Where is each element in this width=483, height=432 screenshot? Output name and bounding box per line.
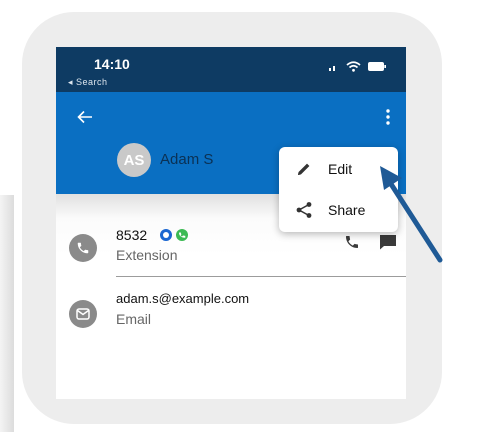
email-label: Email [116, 311, 152, 327]
overflow-menu: Edit Share [279, 147, 398, 232]
extension-number[interactable]: 8532 [116, 227, 147, 243]
status-icons [329, 61, 386, 72]
teams-presence-icon [160, 229, 172, 241]
signal-icon [329, 65, 335, 71]
menu-item-edit[interactable]: Edit [279, 149, 398, 189]
back-arrow-icon[interactable] [74, 106, 96, 128]
more-options-icon[interactable] [381, 106, 395, 128]
share-icon [294, 200, 314, 220]
status-bar: 14:10 ◂ Search [56, 47, 406, 92]
contact-name: Adam S [160, 151, 214, 168]
presence-icons [160, 229, 188, 241]
battery-icon [368, 62, 386, 71]
mail-icon [69, 300, 97, 328]
chat-icon[interactable] [378, 232, 398, 252]
background-edge [0, 195, 14, 432]
menu-item-share[interactable]: Share [279, 190, 398, 230]
menu-item-label: Edit [328, 161, 353, 177]
call-icon[interactable] [342, 232, 362, 252]
status-time: 14:10 [94, 56, 130, 72]
wifi-icon [346, 61, 361, 72]
extension-label: Extension [116, 247, 178, 263]
phone-icon [69, 234, 97, 262]
menu-item-label: Share [328, 202, 366, 218]
email-address[interactable]: adam.s@example.com [116, 291, 249, 306]
row-divider [116, 276, 406, 277]
avatar: AS [117, 143, 151, 177]
status-back-to-search[interactable]: ◂ Search [68, 77, 108, 88]
phone-presence-icon [176, 229, 188, 241]
pencil-icon [294, 159, 314, 179]
